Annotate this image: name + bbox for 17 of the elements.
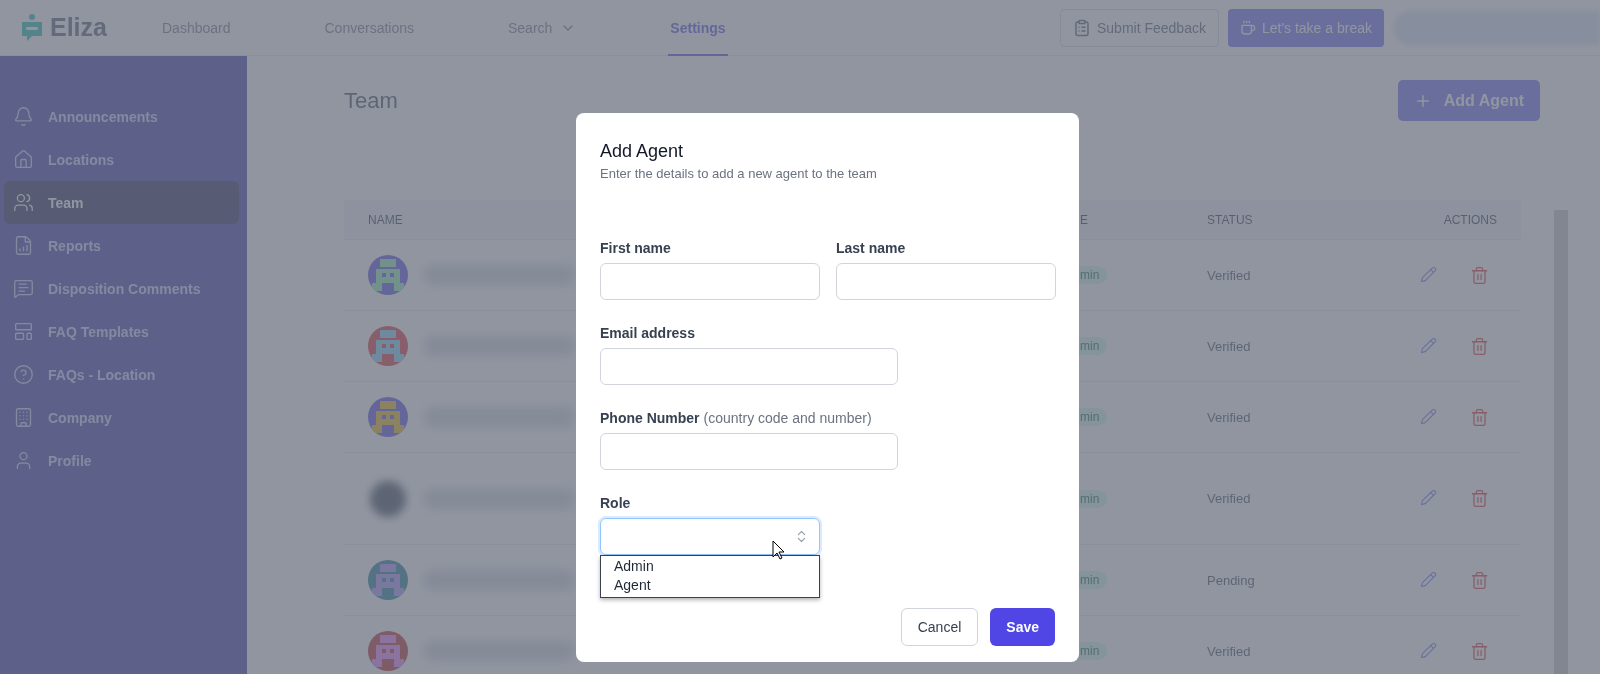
- dialog-title: Add Agent: [600, 140, 685, 163]
- field-label: Role: [600, 494, 631, 512]
- role-select[interactable]: [600, 518, 820, 555]
- field-label: Email address: [600, 324, 695, 342]
- text-input-field[interactable]: [600, 263, 820, 300]
- text-input-field[interactable]: [836, 263, 1056, 300]
- dialog-subtitle: Enter the details to add a new agent to the team: [600, 165, 878, 183]
- field-label: Phone Number: [600, 409, 700, 427]
- text-input-field[interactable]: [600, 433, 898, 470]
- field-label: First name: [600, 239, 671, 257]
- dropdown-option[interactable]: Admin: [601, 557, 819, 576]
- save-button[interactable]: Save: [990, 608, 1055, 646]
- field-label: Last name: [836, 239, 906, 257]
- cancel-button[interactable]: Cancel: [900, 608, 979, 646]
- dropdown-option[interactable]: Agent: [601, 576, 819, 595]
- text-input-field[interactable]: [600, 348, 898, 385]
- field-hint: (country code and number): [703, 409, 872, 427]
